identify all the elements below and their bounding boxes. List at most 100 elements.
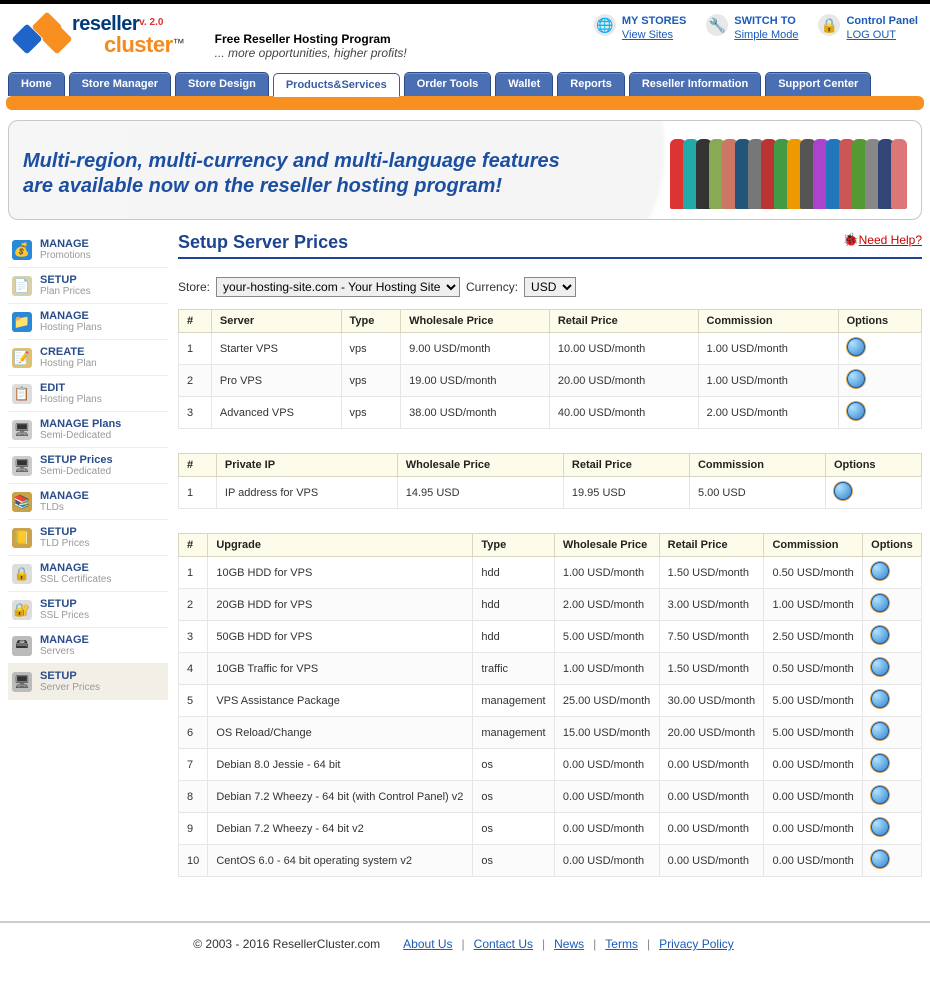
promo-banner: Multi-region, multi-currency and multi-l… [8, 120, 922, 220]
sidebar-item-9[interactable]: 🔒 MANAGESSL Certificates [8, 556, 168, 592]
sidebar-item-5[interactable]: 🖥 MANAGE PlansSemi-Dedicated [8, 412, 168, 448]
orange-bar [6, 96, 924, 110]
sidebar-item-4[interactable]: 📋 EDITHosting Plans [8, 376, 168, 412]
logo-icon [12, 14, 70, 56]
nav-reports[interactable]: Reports [557, 72, 625, 96]
nav-wallet[interactable]: Wallet [495, 72, 553, 96]
sidebar-icon: 🖴 [12, 636, 32, 656]
header-link-icon: 🔒 [818, 14, 840, 36]
col-header: Type [341, 310, 401, 333]
options-icon[interactable] [871, 562, 889, 580]
table-row: 6OS Reload/Changemanagement15.00 USD/mon… [179, 717, 922, 749]
options-icon[interactable] [871, 818, 889, 836]
col-header: Options [863, 534, 922, 557]
footer-link-terms[interactable]: Terms [605, 937, 638, 951]
sidebar-item-0[interactable]: 💰 MANAGEPromotions [8, 232, 168, 268]
options-icon[interactable] [871, 754, 889, 772]
header-link-2[interactable]: 🔒 Control PanelLOG OUT [818, 14, 918, 43]
logo[interactable]: resellerv. 2.0 cluster™ [12, 14, 185, 56]
col-header: Commission [764, 534, 863, 557]
main-nav: HomeStore ManagerStore DesignProducts&Se… [0, 72, 930, 96]
header-link-icon: 🌐 [594, 14, 616, 36]
options-icon[interactable] [871, 690, 889, 708]
main-content: Setup Server Prices Need Help? Store: yo… [178, 232, 922, 901]
footer-link-contact-us[interactable]: Contact Us [474, 937, 533, 951]
private-ip-table: #Private IPWholesale PriceRetail PriceCo… [178, 453, 922, 509]
sidebar-icon: 🔒 [12, 564, 32, 584]
options-icon[interactable] [847, 370, 865, 388]
footer-link-privacy-policy[interactable]: Privacy Policy [659, 937, 734, 951]
tagline: Free Reseller Hosting Program ... more o… [215, 32, 407, 60]
options-icon[interactable] [871, 658, 889, 676]
nav-store-manager[interactable]: Store Manager [69, 72, 171, 96]
currency-label: Currency: [466, 280, 518, 294]
nav-home[interactable]: Home [8, 72, 65, 96]
banner-headline: Multi-region, multi-currency and multi-l… [23, 149, 583, 199]
options-icon[interactable] [847, 338, 865, 356]
need-help-link[interactable]: Need Help? [842, 232, 922, 248]
col-header: # [179, 534, 208, 557]
sidebar-item-11[interactable]: 🖴 MANAGEServers [8, 628, 168, 664]
sidebar-icon: 🖥 [12, 420, 32, 440]
table-row: 3Advanced VPSvps38.00 USD/month40.00 USD… [179, 397, 922, 429]
sidebar-item-1[interactable]: 📄 SETUPPlan Prices [8, 268, 168, 304]
sidebar-icon: 🔐 [12, 600, 32, 620]
sidebar-item-8[interactable]: 📒 SETUPTLD Prices [8, 520, 168, 556]
servers-table: #ServerTypeWholesale PriceRetail PriceCo… [178, 309, 922, 429]
filters-row: Store: your-hosting-site.com - Your Host… [178, 277, 922, 297]
col-header: Server [211, 310, 341, 333]
sidebar-item-10[interactable]: 🔐 SETUPSSL Prices [8, 592, 168, 628]
sidebar-icon: 💰 [12, 240, 32, 260]
sidebar-icon: 📋 [12, 384, 32, 404]
options-icon[interactable] [834, 482, 852, 500]
nav-order-tools[interactable]: Order Tools [404, 72, 492, 96]
nav-store-design[interactable]: Store Design [175, 72, 269, 96]
options-icon[interactable] [871, 722, 889, 740]
col-header: # [179, 454, 217, 477]
header-link-0[interactable]: 🌐 MY STORESView Sites [594, 14, 686, 43]
options-icon[interactable] [871, 786, 889, 804]
sidebar-item-6[interactable]: 🖥 SETUP PricesSemi-Dedicated [8, 448, 168, 484]
sidebar-item-3[interactable]: 📝 CREATEHosting Plan [8, 340, 168, 376]
table-row: 7Debian 8.0 Jessie - 64 bitos0.00 USD/mo… [179, 749, 922, 781]
options-icon[interactable] [871, 626, 889, 644]
sidebar-icon: 🖥 [12, 672, 32, 692]
col-header: Retail Price [549, 310, 698, 333]
store-label: Store: [178, 280, 210, 294]
col-header: Upgrade [208, 534, 473, 557]
table-row: 2Pro VPSvps19.00 USD/month20.00 USD/mont… [179, 365, 922, 397]
sidebar-item-12[interactable]: 🖥 SETUPServer Prices [8, 664, 168, 700]
footer-link-about-us[interactable]: About Us [403, 937, 452, 951]
nav-products-services[interactable]: Products&Services [273, 73, 400, 97]
table-row: 10CentOS 6.0 - 64 bit operating system v… [179, 845, 922, 877]
sidebar-item-2[interactable]: 📁 MANAGEHosting Plans [8, 304, 168, 340]
nav-reseller-information[interactable]: Reseller Information [629, 72, 761, 96]
options-icon[interactable] [847, 402, 865, 420]
header: resellerv. 2.0 cluster™ Free Reseller Ho… [0, 0, 930, 68]
col-header: Wholesale Price [401, 310, 550, 333]
table-row: 9Debian 7.2 Wheezy - 64 bit v2os0.00 USD… [179, 813, 922, 845]
col-header: Retail Price [563, 454, 689, 477]
header-link-1[interactable]: 🔧 SWITCH TOSimple Mode [706, 14, 798, 43]
store-select[interactable]: your-hosting-site.com - Your Hosting Sit… [216, 277, 460, 297]
table-row: 8Debian 7.2 Wheezy - 64 bit (with Contro… [179, 781, 922, 813]
col-header: Commission [689, 454, 825, 477]
currency-select[interactable]: USD [524, 277, 576, 297]
upgrades-table: #UpgradeTypeWholesale PriceRetail PriceC… [178, 533, 922, 877]
footer-link-news[interactable]: News [554, 937, 584, 951]
crowd-image [673, 139, 907, 209]
sidebar-icon: 📚 [12, 492, 32, 512]
col-header: Wholesale Price [554, 534, 659, 557]
footer: © 2003 - 2016 ResellerCluster.com About … [0, 921, 930, 981]
col-header: Options [838, 310, 921, 333]
options-icon[interactable] [871, 850, 889, 868]
sidebar-icon: 📝 [12, 348, 32, 368]
table-row: 350GB HDD for VPShdd5.00 USD/month7.50 U… [179, 621, 922, 653]
sidebar-icon: 🖥 [12, 456, 32, 476]
nav-support-center[interactable]: Support Center [765, 72, 871, 96]
table-row: 1IP address for VPS14.95 USD19.95 USD5.0… [179, 477, 922, 509]
header-link-icon: 🔧 [706, 14, 728, 36]
options-icon[interactable] [871, 594, 889, 612]
sidebar-icon: 📒 [12, 528, 32, 548]
sidebar-item-7[interactable]: 📚 MANAGETLDs [8, 484, 168, 520]
